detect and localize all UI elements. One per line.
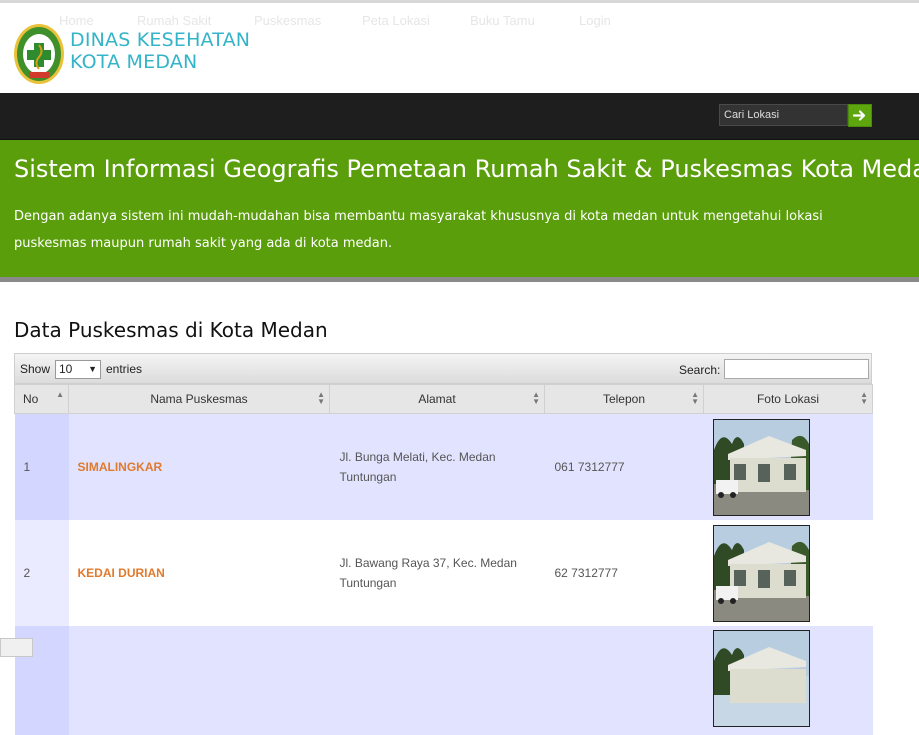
column-header-nama-puskesmas[interactable]: Nama Puskesmas ▲ ▼ xyxy=(68,384,330,414)
table-row xyxy=(14,626,873,735)
column-label: Foto Lokasi xyxy=(756,392,820,406)
nav-item-rumah-sakit[interactable]: Rumah Sakit xyxy=(137,0,211,46)
puskesmas-address: Jl. Bawang Raya 37, Kec. Medan Tuntungan xyxy=(329,520,545,626)
sort-asc-icon: ▲ xyxy=(56,390,64,399)
hero-divider xyxy=(0,277,919,282)
table-header-row: No ▲ Nama Puskesmas ▲ ▼ Alamat ▲ ▼ Telepon… xyxy=(14,384,873,414)
nav-item-home[interactable]: Home xyxy=(59,0,94,46)
column-label: No xyxy=(23,392,39,406)
photo-cell xyxy=(703,413,873,520)
building-photo-icon xyxy=(713,525,809,621)
column-label: Telepon xyxy=(602,392,646,406)
column-label: Alamat xyxy=(418,392,456,406)
table-search-input[interactable] xyxy=(724,359,869,379)
hero-title: Sistem Informasi Geografis Pemetaan Ruma… xyxy=(14,155,919,183)
table-search-label: Search: xyxy=(679,363,721,377)
photo-cell xyxy=(703,520,873,626)
sort-both-icon: ▲ ▼ xyxy=(691,390,699,406)
location-photo[interactable] xyxy=(712,524,810,622)
puskesmas-address: Jl. Bunga Melati, Kec. Medan Tuntungan xyxy=(329,413,545,520)
column-header-alamat[interactable]: Alamat ▲ ▼ xyxy=(329,384,545,414)
nav-item-login[interactable]: Login xyxy=(579,0,611,46)
puskesmas-name-link[interactable]: KEDAI DURIAN xyxy=(68,520,330,626)
nav-item-buku-tamu[interactable]: Buku Tamu xyxy=(470,0,535,46)
sort-both-icon: ▲ ▼ xyxy=(532,390,540,406)
table-row: 1 SIMALINGKAR Jl. Bunga Melati, Kec. Med… xyxy=(14,413,873,520)
arrow-right-icon xyxy=(852,110,866,121)
brand-line-2: KOTA MEDAN xyxy=(70,51,198,73)
data-table: No ▲ Nama Puskesmas ▲ ▼ Alamat ▲ ▼ Telepon… xyxy=(14,384,873,735)
puskesmas-phone xyxy=(544,626,704,735)
health-office-seal-icon xyxy=(14,24,64,84)
entries-label: entries xyxy=(106,362,143,376)
puskesmas-name-link[interactable] xyxy=(68,626,330,735)
location-search-input[interactable] xyxy=(719,104,848,126)
sort-both-icon: ▲ ▼ xyxy=(860,390,868,406)
entries-select[interactable]: 10 ▼ xyxy=(55,360,101,379)
section-title: Data Puskesmas di Kota Medan xyxy=(14,318,328,342)
puskesmas-phone: 061 7312777 xyxy=(544,413,704,520)
column-header-telepon[interactable]: Telepon ▲ ▼ xyxy=(544,384,704,414)
entries-value: 10 xyxy=(59,362,73,376)
row-number: 2 xyxy=(14,520,69,626)
location-photo[interactable] xyxy=(712,630,810,727)
show-label: Show xyxy=(20,362,51,376)
row-number: 1 xyxy=(14,413,69,520)
nav-item-puskesmas[interactable]: Puskesmas xyxy=(254,0,321,46)
building-photo-icon xyxy=(713,419,809,515)
puskesmas-address xyxy=(329,626,545,735)
sort-both-icon: ▲ ▼ xyxy=(317,390,325,406)
column-label: Nama Puskesmas xyxy=(150,392,248,406)
column-header-no[interactable]: No ▲ xyxy=(14,384,69,414)
horizontal-scrollbar[interactable] xyxy=(0,638,33,657)
column-header-foto-lokasi[interactable]: Foto Lokasi ▲ ▼ xyxy=(703,384,873,414)
puskesmas-phone: 62 7312777 xyxy=(544,520,704,626)
search-submit-button[interactable] xyxy=(848,104,872,127)
hero-description: Dengan adanya sistem ini mudah-mudahan b… xyxy=(14,209,823,251)
table-toolbar: Show 10 ▼ entries Search: xyxy=(14,353,872,384)
nav-item-peta-lokasi[interactable]: Peta Lokasi xyxy=(362,0,430,46)
puskesmas-name-link[interactable]: SIMALINGKAR xyxy=(68,413,330,520)
puskesmas-data-table: Show 10 ▼ entries Search: No ▲ Nama Pusk… xyxy=(14,353,873,735)
table-row: 2 KEDAI DURIAN Jl. Bawang Raya 37, Kec. … xyxy=(14,520,873,626)
location-photo[interactable] xyxy=(712,418,810,516)
building-photo-icon xyxy=(713,631,809,703)
photo-cell xyxy=(703,626,873,735)
chevron-down-icon: ▼ xyxy=(88,364,97,374)
